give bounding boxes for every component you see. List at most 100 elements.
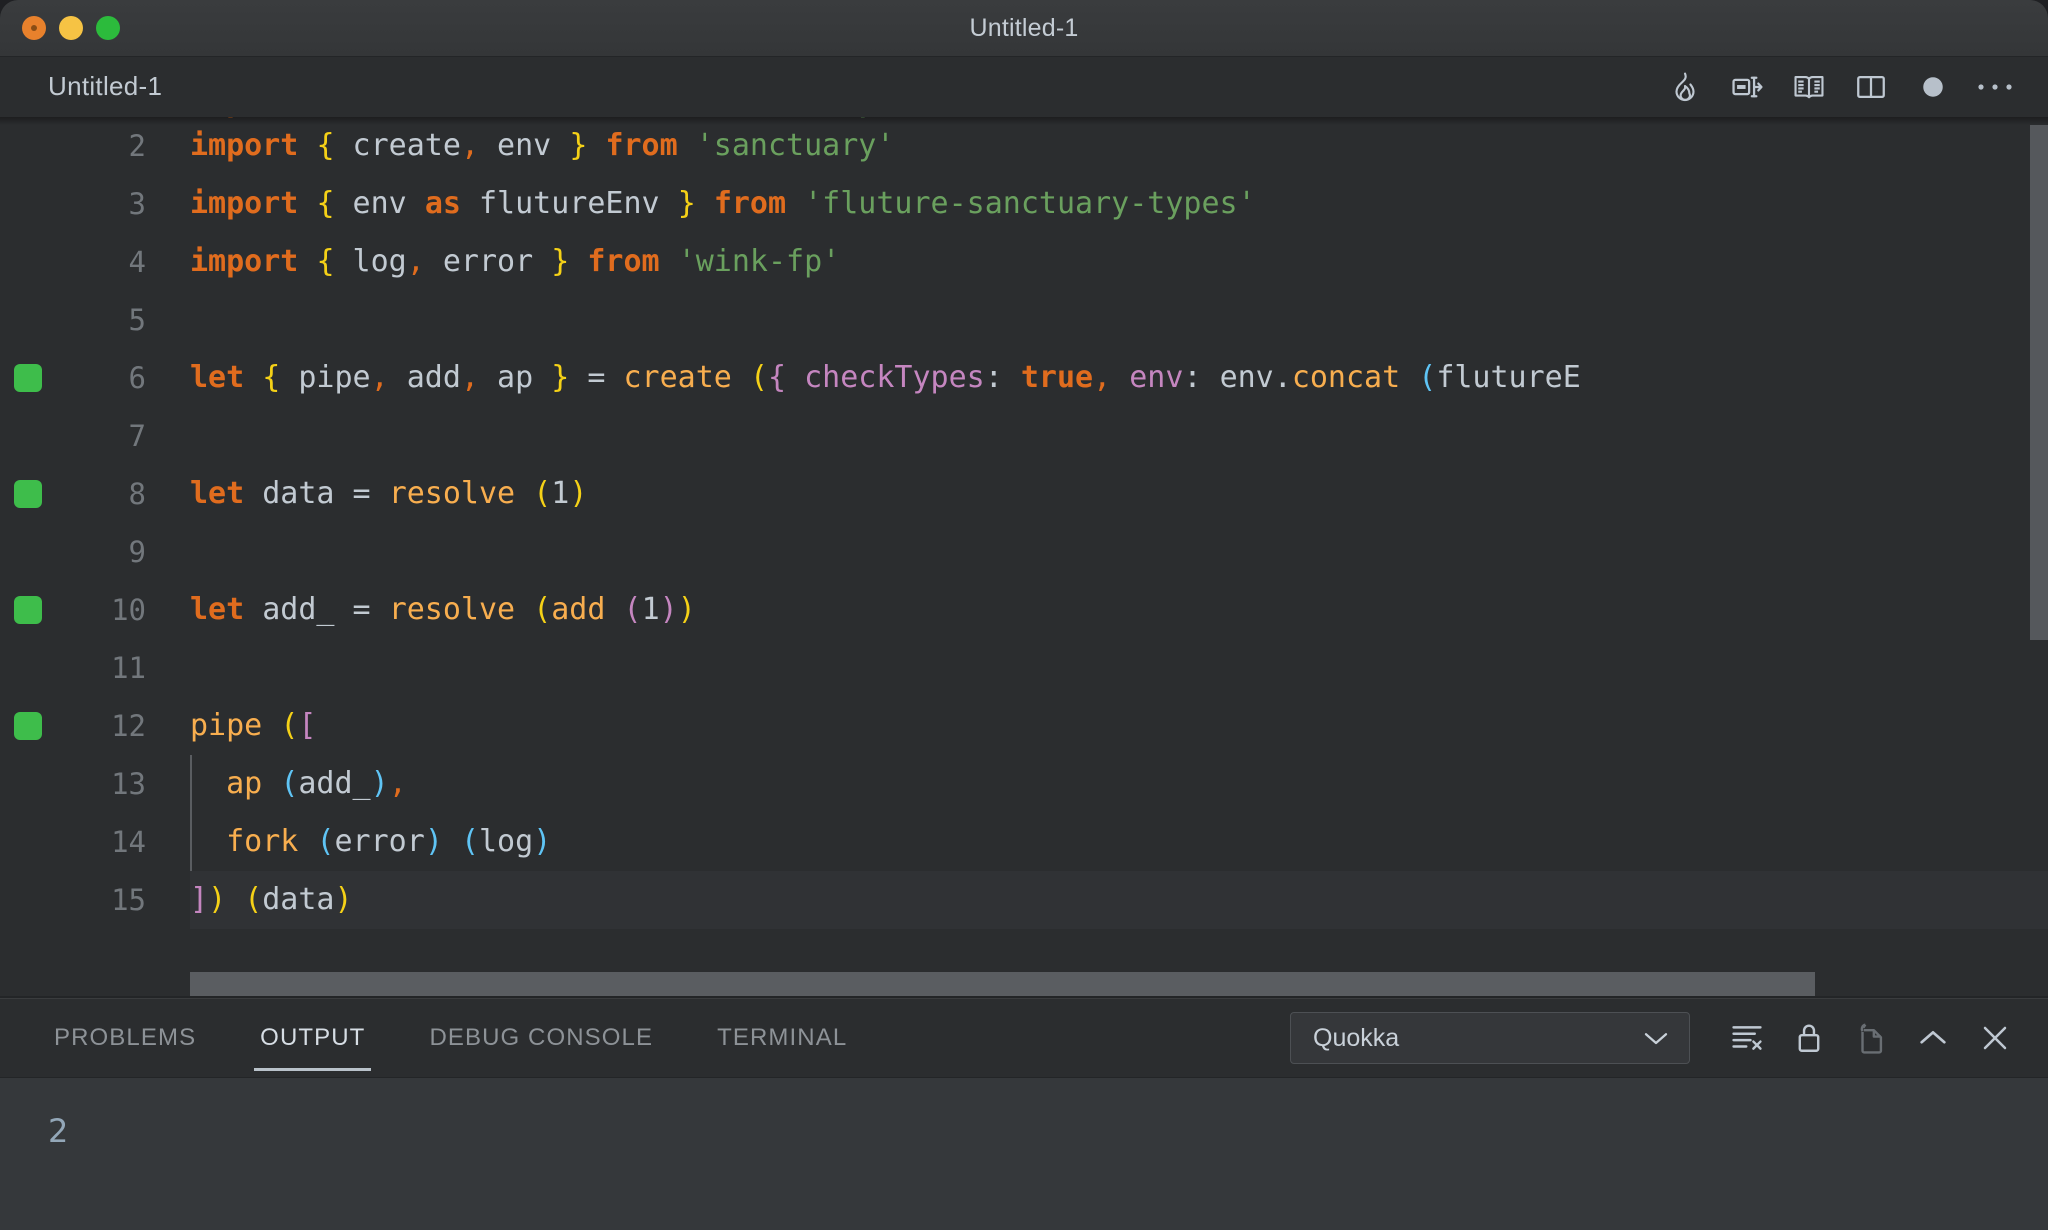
code-line[interactable]: 10 let add_ = resolve (add (1)) bbox=[0, 581, 2048, 639]
code-token: , bbox=[1093, 360, 1112, 395]
code-surface[interactable]: 2 import { create, env } from 'sanctuary'… bbox=[0, 117, 2048, 998]
clear-output-icon[interactable] bbox=[1716, 1009, 1778, 1067]
maximize-panel-icon[interactable] bbox=[1902, 1009, 1964, 1067]
rename-preview-icon[interactable] bbox=[1716, 59, 1778, 115]
code-token: from bbox=[605, 128, 678, 163]
unsaved-dot-icon[interactable] bbox=[1902, 59, 1964, 115]
panel-tab-debug-console[interactable]: DEBUG CONSOLE bbox=[423, 999, 659, 1077]
code-token: : bbox=[984, 360, 1021, 395]
code-token: data bbox=[262, 882, 335, 917]
code-line[interactable]: 12 pipe ([ bbox=[0, 697, 2048, 755]
code-token: , bbox=[388, 766, 407, 801]
code-line[interactable]: 11 bbox=[0, 639, 2048, 697]
code-line-content[interactable]: ]) (data) bbox=[190, 871, 2048, 929]
minimize-window-button[interactable] bbox=[59, 16, 83, 40]
editor-gutter: 15 bbox=[0, 871, 190, 929]
code-line-content[interactable]: import { env as flutureEnv } from 'flutu… bbox=[190, 175, 2048, 233]
code-token: 'fluture-sanctuary-types' bbox=[804, 186, 1256, 221]
code-token: add bbox=[388, 360, 461, 395]
close-panel-icon[interactable] bbox=[1964, 1009, 2026, 1067]
editor-gutter: 3 bbox=[0, 175, 190, 233]
code-token: { bbox=[316, 117, 334, 119]
code-token: ( bbox=[316, 824, 335, 859]
code-token: let bbox=[190, 360, 245, 395]
code-token: } bbox=[569, 128, 588, 163]
code-token: log bbox=[334, 244, 407, 279]
code-token: ( bbox=[1418, 360, 1437, 395]
code-token: ( bbox=[280, 708, 299, 743]
quokka-run-marker[interactable] bbox=[14, 596, 42, 624]
code-token: { bbox=[262, 360, 281, 395]
open-preview-icon[interactable] bbox=[1778, 59, 1840, 115]
code-token: from bbox=[605, 117, 677, 119]
code-line[interactable]: 14 fork (error) (log) bbox=[0, 813, 2048, 871]
editor-gutter: 4 bbox=[0, 233, 190, 291]
lock-scroll-icon[interactable] bbox=[1778, 1009, 1840, 1067]
gutter-spacer bbox=[14, 886, 42, 914]
editor-horizontal-scroll-track[interactable] bbox=[0, 972, 2048, 998]
code-line[interactable]: 3 import { env as flutureEnv } from 'flut… bbox=[0, 175, 2048, 233]
code-token: , bbox=[460, 360, 479, 395]
gutter-spacer bbox=[14, 190, 42, 218]
quokka-run-marker[interactable] bbox=[14, 364, 42, 392]
line-number: 9 bbox=[128, 535, 146, 569]
output-panel-body[interactable]: 2 bbox=[0, 1077, 2048, 1230]
code-token: ( bbox=[460, 824, 479, 859]
code-line[interactable]: 4 import { log, error } from 'wink-fp' bbox=[0, 233, 2048, 291]
code-token: ) bbox=[569, 476, 588, 511]
code-line[interactable]: 6 let { pipe, add, ap } = create ({ check… bbox=[0, 349, 2048, 407]
code-token: 'sanctuary' bbox=[695, 128, 895, 163]
editor-tabbar: Untitled-1 bbox=[0, 57, 2048, 117]
quokka-run-marker[interactable] bbox=[14, 480, 42, 508]
code-line-content[interactable]: fork (error) (log) bbox=[190, 813, 2048, 871]
code-token: checkTypes bbox=[804, 360, 985, 395]
code-token: ap bbox=[479, 360, 552, 395]
panel-tab-output[interactable]: OUTPUT bbox=[254, 999, 372, 1077]
code-line[interactable]: 7 bbox=[0, 407, 2048, 465]
code-editor[interactable]: 2 import { create, env } from 'sanctuary'… bbox=[0, 117, 2048, 998]
line-number: 11 bbox=[111, 651, 146, 685]
code-token: ( bbox=[533, 592, 552, 627]
code-line[interactable]: 13 ap (add_), bbox=[0, 755, 2048, 813]
editor-horizontal-scrollbar[interactable] bbox=[190, 972, 1815, 998]
close-window-button[interactable] bbox=[22, 16, 46, 40]
code-line-content[interactable]: let { pipe, add, ap } = create ({ checkT… bbox=[190, 349, 2048, 407]
window-title: Untitled-1 bbox=[969, 13, 1079, 42]
code-line[interactable]: 9 bbox=[0, 523, 2048, 581]
editor-tab-untitled-1[interactable]: Untitled-1 bbox=[48, 71, 162, 102]
open-in-editor-icon[interactable] bbox=[1840, 1009, 1902, 1067]
code-line-content[interactable]: ap (add_), bbox=[190, 755, 2048, 813]
quokka-run-marker[interactable] bbox=[14, 712, 42, 740]
chevron-down-icon bbox=[1644, 1033, 1668, 1045]
quokka-flame-icon[interactable] bbox=[1654, 59, 1716, 115]
code-line[interactable]: 8 let data = resolve (1) bbox=[0, 465, 2048, 523]
code-line-content[interactable]: pipe ([ bbox=[190, 697, 2048, 755]
line-number: 13 bbox=[111, 767, 146, 801]
split-editor-icon[interactable] bbox=[1840, 59, 1902, 115]
code-line-content: import { create, env } from 'sanctuary' bbox=[190, 117, 2048, 131]
code-line-content[interactable]: let data = resolve (1) bbox=[190, 465, 2048, 523]
code-line-content[interactable]: import { log, error } from 'wink-fp' bbox=[190, 233, 2048, 291]
maximize-window-button[interactable] bbox=[96, 16, 120, 40]
editor-vertical-scrollbar[interactable] bbox=[2030, 125, 2048, 640]
code-line-content[interactable]: let add_ = resolve (add (1)) bbox=[190, 581, 2048, 639]
panel-tab-terminal[interactable]: TERMINAL bbox=[711, 999, 853, 1077]
more-actions-icon[interactable] bbox=[1964, 59, 2026, 115]
code-token: } bbox=[551, 360, 570, 395]
editor-bottom-divider bbox=[0, 996, 2048, 998]
output-channel-select[interactable]: Quokka bbox=[1290, 1012, 1690, 1064]
code-line[interactable]: 5 bbox=[0, 291, 2048, 349]
code-token: resolve bbox=[388, 476, 516, 511]
code-token: create bbox=[335, 117, 461, 119]
code-token: ] bbox=[190, 882, 209, 917]
code-line[interactable]: 15]) (data) bbox=[0, 871, 2048, 929]
panel-tab-problems[interactable]: PROBLEMS bbox=[48, 999, 202, 1077]
code-token: flutureEnv bbox=[460, 186, 678, 221]
